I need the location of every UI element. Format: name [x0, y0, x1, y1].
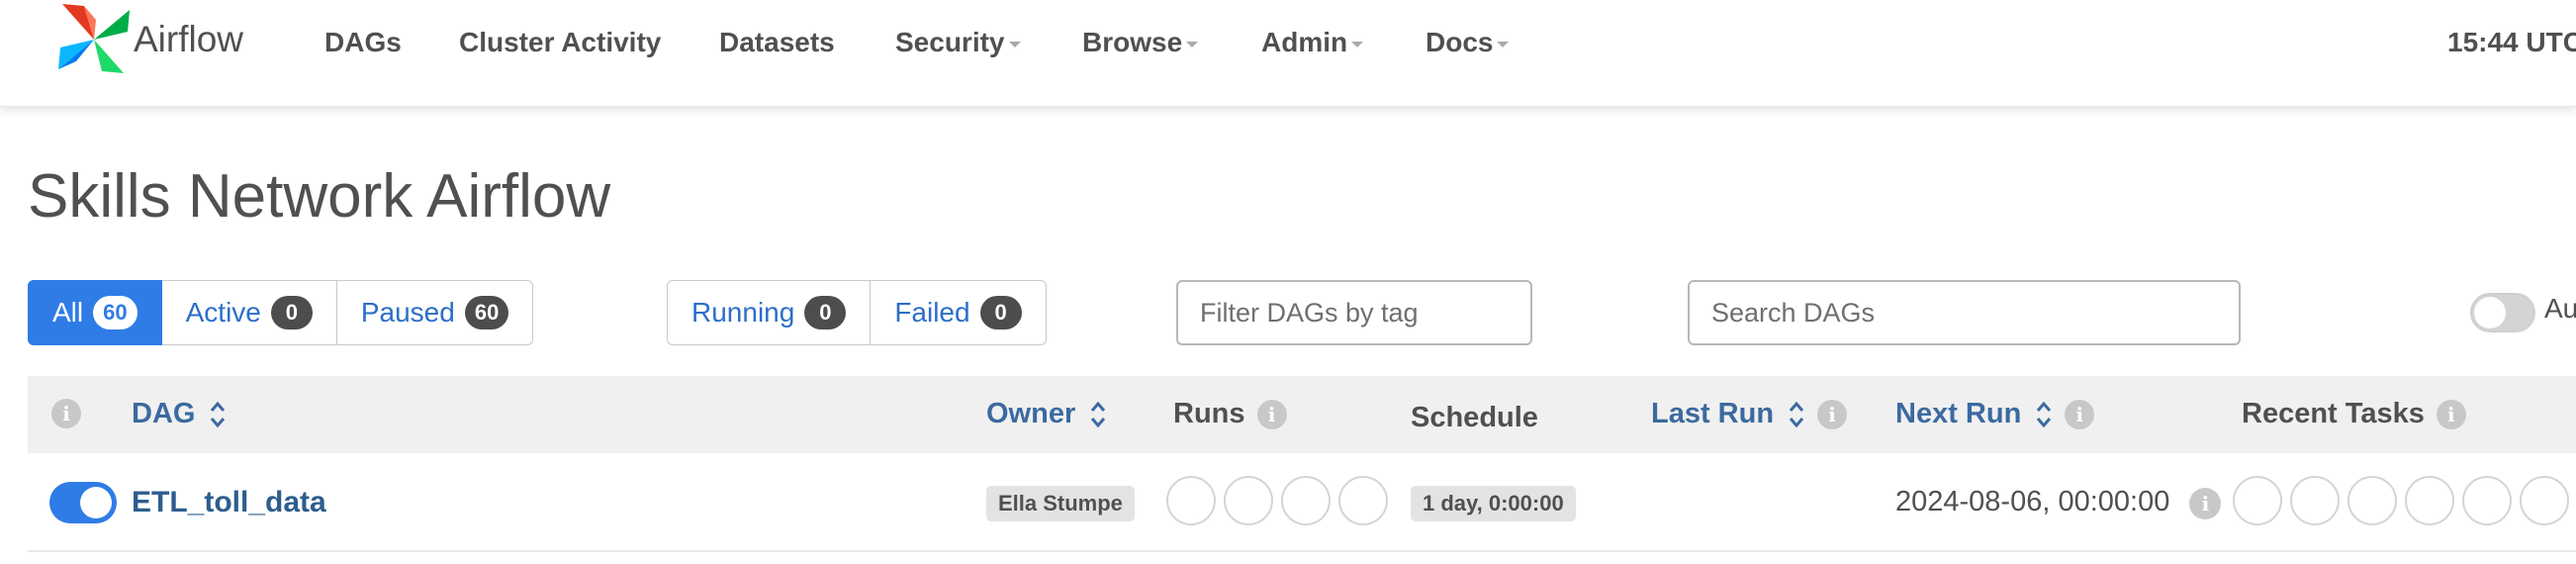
page-title: Skills Network Airflow — [28, 162, 611, 231]
search-dags-input[interactable] — [1688, 280, 2241, 345]
info-icon[interactable]: i — [51, 399, 81, 428]
status-filter-group: All 60 Active 0 Paused 60 — [28, 280, 534, 345]
owner-badge[interactable]: Ella Stumpe — [986, 486, 1135, 521]
header-runs: Runs i — [1173, 398, 1287, 430]
utc-clock[interactable]: 15:44 UTC — [2447, 27, 2576, 58]
sort-icon[interactable] — [209, 400, 227, 429]
info-icon[interactable]: i — [1256, 399, 1287, 429]
tag-filter-input[interactable] — [1176, 280, 1532, 345]
nav-datasets[interactable]: Datasets — [719, 27, 835, 58]
filter-paused-button[interactable]: Paused 60 — [336, 280, 534, 345]
task-state-circle[interactable] — [2233, 476, 2282, 525]
header-last-run[interactable]: Last Run i — [1651, 398, 1848, 430]
nav-admin[interactable]: Admin — [1261, 27, 1364, 58]
top-navbar: Airflow DAGs Cluster Activity Datasets S… — [0, 0, 2576, 107]
run-state-filter-group: Running 0 Failed 0 — [667, 280, 1047, 345]
header-schedule: Schedule — [1411, 402, 1538, 433]
sort-icon[interactable] — [1089, 400, 1107, 429]
airflow-logo-icon[interactable] — [54, 0, 134, 77]
task-state-circle[interactable] — [2462, 476, 2512, 525]
nav-dags[interactable]: DAGs — [324, 27, 402, 58]
count-badge: 0 — [270, 296, 313, 329]
dag-pause-toggle[interactable] — [49, 482, 117, 523]
chevron-down-icon — [1497, 41, 1510, 47]
sort-icon[interactable] — [2035, 400, 2053, 429]
header-dag[interactable]: DAG — [132, 398, 227, 430]
sort-icon[interactable] — [1788, 400, 1805, 429]
run-state-circle[interactable] — [1281, 476, 1331, 525]
dag-id-link[interactable]: ETL_toll_data — [132, 486, 326, 519]
info-icon[interactable]: i — [2189, 488, 2222, 519]
run-state-circle[interactable] — [1166, 476, 1216, 525]
count-badge: 60 — [464, 296, 509, 329]
nav-browse[interactable]: Browse — [1082, 27, 1199, 58]
schedule-badge[interactable]: 1 day, 0:00:00 — [1411, 486, 1576, 521]
nav-docs[interactable]: Docs — [1426, 27, 1510, 58]
header-info[interactable]: i — [51, 399, 81, 428]
next-run-value: 2024-08-06, 00:00:00 i — [1895, 486, 2222, 519]
nav-cluster-activity[interactable]: Cluster Activity — [459, 27, 661, 58]
header-owner[interactable]: Owner — [986, 398, 1107, 430]
count-badge: 0 — [804, 296, 847, 329]
filter-running-button[interactable]: Running 0 — [667, 280, 872, 345]
task-state-circle[interactable] — [2520, 476, 2569, 525]
count-badge: 0 — [979, 296, 1022, 329]
run-state-circle[interactable] — [1224, 476, 1273, 525]
task-state-circle[interactable] — [2405, 476, 2454, 525]
header-next-run[interactable]: Next Run i — [1895, 398, 2095, 430]
chevron-down-icon — [1351, 41, 1364, 47]
filter-failed-button[interactable]: Failed 0 — [871, 280, 1047, 345]
header-recent-tasks: Recent Tasks i — [2242, 398, 2466, 430]
task-state-circle[interactable] — [2347, 476, 2397, 525]
run-state-circle[interactable] — [1338, 476, 1388, 525]
info-icon[interactable]: i — [2436, 399, 2466, 429]
task-state-circle[interactable] — [2290, 476, 2340, 525]
auto-refresh-label: Au — [2544, 293, 2576, 324]
chevron-down-icon — [1008, 41, 1021, 47]
chevron-down-icon — [1186, 41, 1199, 47]
filter-active-button[interactable]: Active 0 — [161, 280, 337, 345]
brand-name[interactable]: Airflow — [134, 19, 243, 60]
nav-security[interactable]: Security — [895, 27, 1021, 58]
auto-refresh-toggle[interactable] — [2470, 293, 2535, 332]
info-icon[interactable]: i — [2065, 399, 2095, 429]
filter-all-button[interactable]: All 60 — [28, 280, 162, 345]
info-icon[interactable]: i — [1817, 399, 1848, 429]
table-header — [28, 376, 2576, 453]
count-badge: 60 — [93, 296, 138, 329]
